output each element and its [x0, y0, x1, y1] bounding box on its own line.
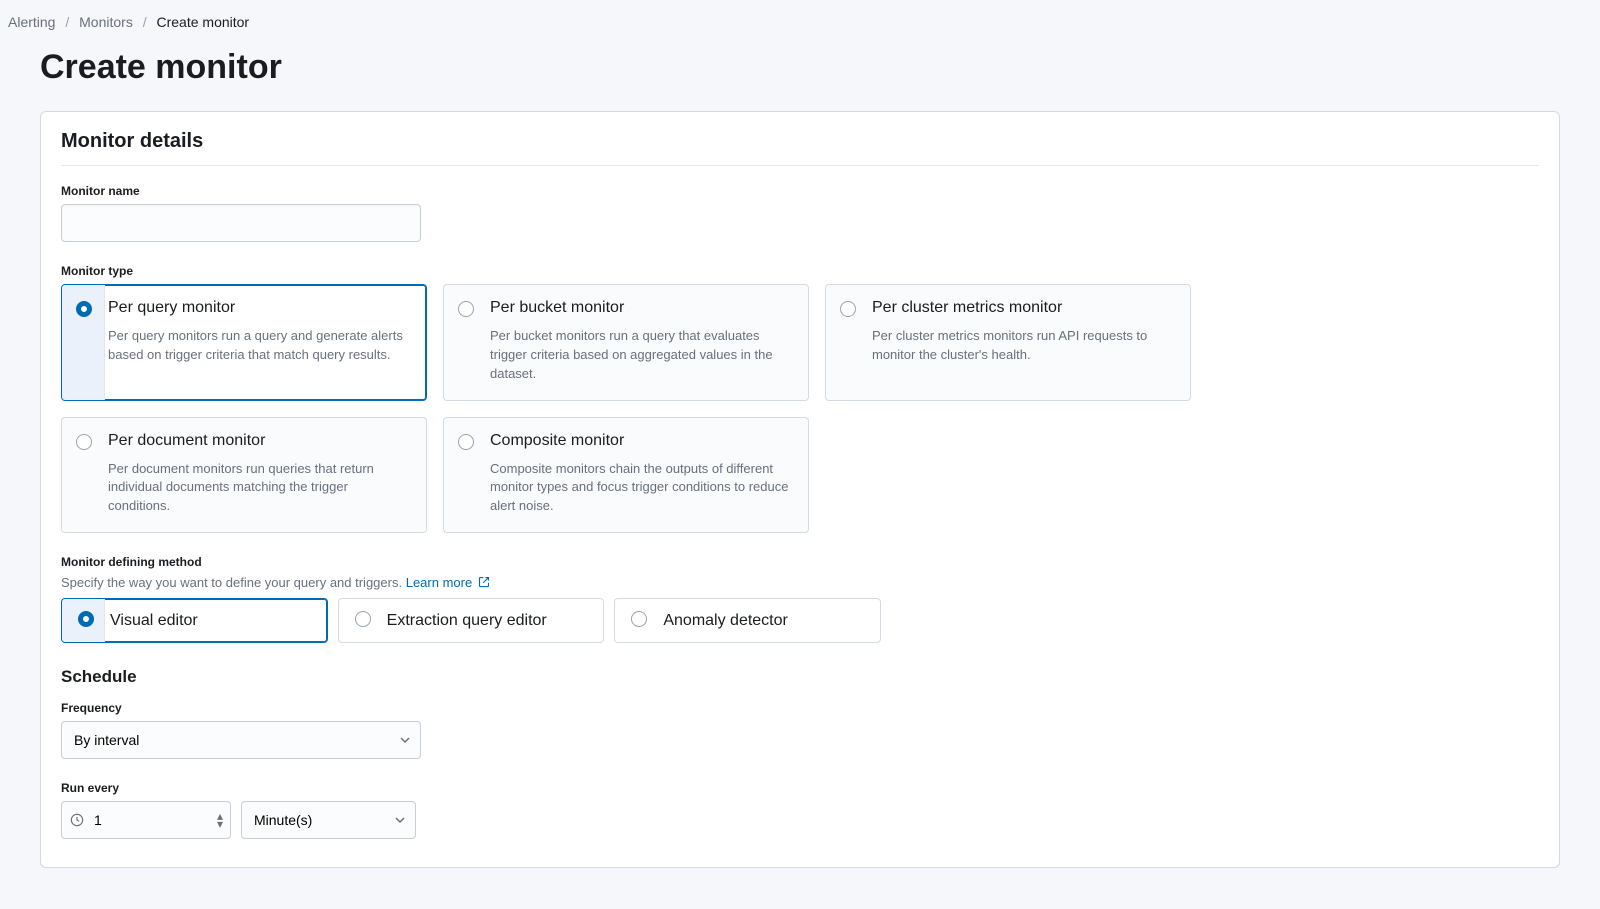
monitor-type-per-cluster-metrics[interactable]: Per cluster metrics monitor Per cluster … [825, 284, 1191, 401]
method-visual-editor[interactable]: Visual editor [61, 598, 328, 643]
defining-method-help: Specify the way you want to define your … [61, 575, 1539, 590]
monitor-type-label: Monitor type [61, 264, 1539, 278]
method-label: Extraction query editor [387, 612, 547, 630]
card-description: Per query monitors run a query and gener… [108, 327, 410, 365]
radio-icon [355, 611, 371, 627]
card-description: Per document monitors run queries that r… [108, 460, 410, 517]
radio-icon [76, 434, 92, 450]
radio-icon [78, 611, 94, 627]
radio-icon [631, 611, 647, 627]
learn-more-link[interactable]: Learn more [406, 575, 490, 590]
method-extraction-query[interactable]: Extraction query editor [338, 598, 605, 643]
card-title: Composite monitor [490, 432, 792, 450]
card-title: Per bucket monitor [490, 299, 792, 317]
interval-unit-select[interactable] [241, 801, 416, 839]
monitor-type-per-document[interactable]: Per document monitor Per document monito… [61, 417, 427, 534]
card-title: Per query monitor [108, 299, 410, 317]
divider [61, 165, 1539, 166]
radio-icon [458, 434, 474, 450]
frequency-label: Frequency [61, 701, 1539, 715]
method-label: Anomaly detector [663, 612, 788, 630]
card-description: Per cluster metrics monitors run API req… [872, 327, 1174, 365]
breadcrumb-link-monitors[interactable]: Monitors [79, 14, 133, 30]
clock-icon [70, 813, 84, 827]
defining-method-label: Monitor defining method [61, 555, 1539, 569]
radio-icon [840, 301, 856, 317]
method-anomaly-detector[interactable]: Anomaly detector [614, 598, 881, 643]
monitor-details-panel: Monitor details Monitor name Monitor typ… [40, 111, 1560, 868]
stepper-icon[interactable]: ▴▾ [217, 812, 223, 828]
card-title: Per document monitor [108, 432, 410, 450]
schedule-title: Schedule [61, 667, 1539, 687]
breadcrumb-current: Create monitor [157, 14, 250, 30]
method-label: Visual editor [110, 612, 198, 630]
breadcrumb: Alerting / Monitors / Create monitor [8, 10, 1592, 38]
run-every-label: Run every [61, 781, 1539, 795]
monitor-name-label: Monitor name [61, 184, 1539, 198]
external-link-icon [478, 576, 490, 588]
page-title: Create monitor [40, 48, 1592, 87]
card-title: Per cluster metrics monitor [872, 299, 1174, 317]
radio-icon [76, 301, 92, 317]
breadcrumb-separator: / [143, 14, 147, 30]
monitor-name-input[interactable] [61, 204, 421, 242]
monitor-type-composite[interactable]: Composite monitor Composite monitors cha… [443, 417, 809, 534]
section-title: Monitor details [61, 130, 1539, 153]
monitor-type-per-query[interactable]: Per query monitor Per query monitors run… [61, 284, 427, 401]
monitor-type-per-bucket[interactable]: Per bucket monitor Per bucket monitors r… [443, 284, 809, 401]
card-description: Per bucket monitors run a query that eva… [490, 327, 792, 384]
interval-value-input[interactable] [61, 801, 231, 839]
card-description: Composite monitors chain the outputs of … [490, 460, 792, 517]
radio-icon [458, 301, 474, 317]
breadcrumb-separator: / [65, 14, 69, 30]
breadcrumb-link-alerting[interactable]: Alerting [8, 14, 55, 30]
frequency-select[interactable] [61, 721, 421, 759]
